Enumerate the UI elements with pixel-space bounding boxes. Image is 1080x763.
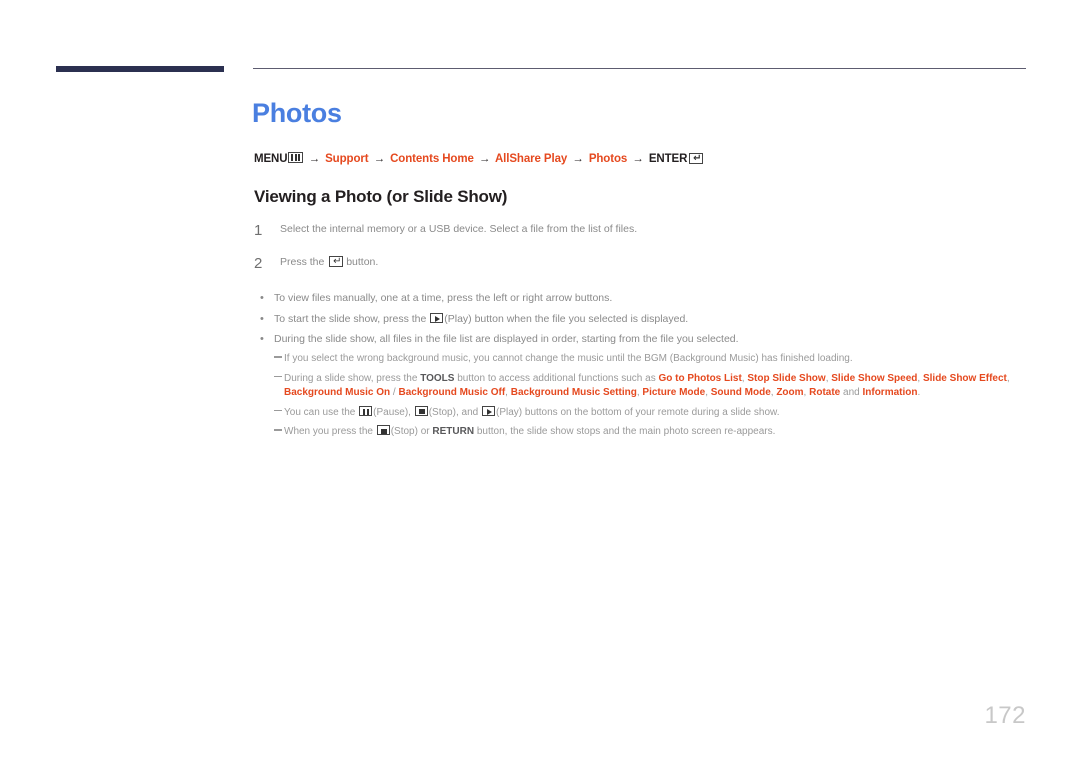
note-item: When you press the (Stop) or RETURN butt… bbox=[274, 425, 1034, 440]
step-number: 1 bbox=[254, 222, 263, 239]
tools-term: Zoom bbox=[776, 387, 804, 398]
step-number: 2 bbox=[254, 255, 263, 272]
breadcrumb-item-allshare-play[interactable]: AllShare Play bbox=[495, 153, 567, 165]
tools-term: Slide Show Speed bbox=[831, 372, 918, 384]
breadcrumb: MENU → Support → Contents Home → AllShar… bbox=[254, 152, 704, 165]
bullet-text: During the slide show, all files in the … bbox=[274, 333, 739, 345]
breadcrumb-arrow-2: → bbox=[373, 153, 386, 165]
step-item: 1 Select the internal memory or a USB de… bbox=[254, 222, 994, 238]
header-rule-line bbox=[253, 68, 1026, 69]
term-separator: . bbox=[917, 387, 921, 398]
breadcrumb-item-enter: ENTER ↵ bbox=[648, 153, 704, 165]
tools-term: Background Music Off bbox=[398, 387, 506, 398]
page-number: 172 bbox=[984, 702, 1026, 729]
note-segment: When you press the bbox=[284, 426, 376, 437]
tools-term: Go to Photos List bbox=[658, 372, 742, 384]
return-keyword: RETURN bbox=[432, 426, 475, 437]
note-segment: You can use the bbox=[284, 406, 359, 418]
tools-term: Information bbox=[862, 387, 918, 398]
bullet-text: To view files manually, one at a time, p… bbox=[274, 292, 613, 304]
breadcrumb-arrow-3: → bbox=[478, 153, 491, 165]
breadcrumb-arrow-1: → bbox=[308, 153, 321, 165]
bullet-marker: • bbox=[260, 333, 264, 345]
stop-icon bbox=[376, 425, 390, 435]
note-dash-marker bbox=[274, 425, 284, 439]
tools-term: Stop Slide Show bbox=[747, 372, 826, 384]
bullet-marker: • bbox=[260, 312, 264, 325]
section-heading: Viewing a Photo (or Slide Show) bbox=[254, 187, 508, 206]
step-text-before: Press the bbox=[280, 256, 328, 268]
play-icon bbox=[481, 405, 495, 416]
notes-list: If you select the wrong background music… bbox=[274, 352, 1034, 445]
note-segment: button, the slide show stops and the mai… bbox=[474, 426, 776, 437]
enter-icon: ↵ bbox=[689, 153, 704, 164]
list-item: • To start the slide show, press the (Pl… bbox=[258, 312, 1018, 326]
note-text: If you select the wrong background music… bbox=[284, 353, 853, 364]
breadcrumb-item-support[interactable]: Support bbox=[325, 153, 368, 165]
note-item: You can use the (Pause), (Stop), and (Pl… bbox=[274, 405, 1034, 421]
step-text: Select the internal memory or a USB devi… bbox=[280, 223, 638, 235]
term-separator: and bbox=[840, 387, 863, 398]
bullet-text-before: To start the slide show, press the bbox=[274, 312, 430, 325]
tools-term: Slide Show Effect bbox=[922, 372, 1007, 384]
step-text-after: button. bbox=[343, 256, 379, 268]
stop-icon bbox=[414, 405, 428, 416]
note-text-before: During a slide show, press the bbox=[284, 372, 421, 384]
bullet-marker: • bbox=[260, 292, 264, 304]
note-item: If you select the wrong background music… bbox=[274, 352, 1034, 367]
breadcrumb-menu-label: MENU bbox=[254, 153, 288, 165]
tools-term: Sound Mode bbox=[710, 387, 771, 398]
tools-term: Background Music Setting bbox=[510, 387, 637, 398]
bullet-text-after: (Play) button when the file you selected… bbox=[444, 312, 689, 325]
bullet-text: To start the slide show, press the (Play… bbox=[274, 312, 688, 326]
note-segment: (Stop) or bbox=[390, 426, 433, 437]
play-icon bbox=[430, 312, 444, 323]
term-separator: , bbox=[1006, 372, 1010, 384]
tools-term: Picture Mode bbox=[642, 387, 706, 398]
breadcrumb-item-photos[interactable]: Photos bbox=[589, 153, 627, 165]
breadcrumb-enter-label: ENTER bbox=[648, 153, 688, 165]
note-text-after: button to access additional functions su… bbox=[454, 372, 659, 384]
note-segment: (Pause), bbox=[373, 406, 414, 418]
note-dash-marker bbox=[274, 406, 284, 420]
tools-term: Background Music On bbox=[284, 387, 391, 398]
note-text: During a slide show, press the TOOLS but… bbox=[284, 372, 1010, 401]
list-item: • During the slide show, all files in th… bbox=[258, 332, 1018, 346]
breadcrumb-item-contents-home[interactable]: Contents Home bbox=[390, 153, 474, 165]
note-segment: (Play) buttons on the bottom of your rem… bbox=[495, 406, 780, 418]
note-segment: (Stop), and bbox=[428, 406, 481, 418]
breadcrumb-item-menu: MENU bbox=[254, 152, 304, 165]
note-dash-marker bbox=[274, 372, 284, 386]
step-text: Press the ↵ button. bbox=[280, 255, 378, 270]
menu-icon bbox=[288, 152, 304, 163]
tools-keyword: TOOLS bbox=[420, 372, 455, 384]
steps-list: 1 Select the internal memory or a USB de… bbox=[254, 222, 994, 288]
header-accent-bar bbox=[56, 66, 224, 72]
enter-icon: ↵ bbox=[329, 256, 344, 267]
step-item: 2 Press the ↵ button. bbox=[254, 255, 994, 271]
tools-term: Rotate bbox=[809, 387, 841, 398]
breadcrumb-arrow-4: → bbox=[572, 153, 584, 165]
bullet-list: • To view files manually, one at a time,… bbox=[258, 291, 1018, 353]
note-text: When you press the (Stop) or RETURN butt… bbox=[284, 425, 775, 440]
pause-icon bbox=[359, 405, 373, 416]
note-text: You can use the (Pause), (Stop), and (Pl… bbox=[284, 405, 780, 421]
list-item: • To view files manually, one at a time,… bbox=[258, 291, 1018, 305]
note-item: During a slide show, press the TOOLS but… bbox=[274, 372, 1034, 401]
breadcrumb-arrow-5: → bbox=[632, 153, 644, 165]
note-dash-marker bbox=[274, 352, 284, 366]
page-title: Photos bbox=[252, 98, 342, 128]
